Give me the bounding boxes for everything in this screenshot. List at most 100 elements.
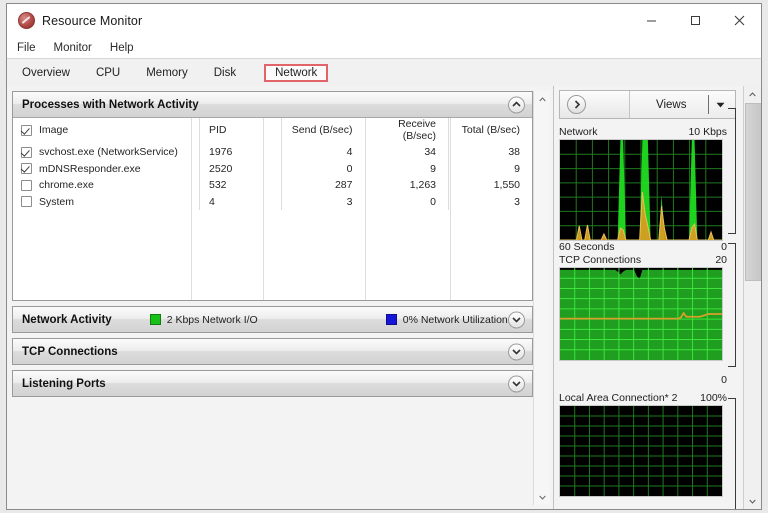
- chart-tcp-header: TCP Connections 20: [559, 254, 740, 266]
- close-button[interactable]: [717, 4, 761, 37]
- chevron-down-icon[interactable]: [508, 343, 525, 360]
- views-toolbar: Views: [559, 90, 736, 119]
- chart-tcp-footer: 0: [559, 374, 740, 386]
- cell-receive: 9: [364, 160, 449, 177]
- panel-network-activity: Network Activity 2 Kbps Network I/O 0% N…: [12, 306, 533, 333]
- scroll-down-arrow[interactable]: [744, 493, 761, 509]
- title-bar: Resource Monitor: [7, 4, 761, 37]
- column-header-image[interactable]: Image: [13, 118, 200, 144]
- cell-total: 9: [448, 160, 532, 177]
- left-scroll-track[interactable]: [534, 107, 550, 489]
- chart-tcp-ymax: 20: [715, 254, 727, 266]
- legend-swatch-utilization: [385, 314, 397, 325]
- table-row[interactable]: mDNSResponder.exe 2520 0 9 9: [13, 160, 532, 177]
- chart-network-ymin: 0: [721, 241, 727, 253]
- menu-bar: File Monitor Help: [7, 37, 761, 58]
- right-scroll-thumb[interactable]: [745, 103, 761, 281]
- legend-label-utilization: 0% Network Utilization: [402, 313, 508, 326]
- chart-network: Network 10 Kbps 60 Seconds 0: [559, 108, 740, 253]
- chart-network-xlabel: 60 Seconds: [559, 241, 615, 253]
- menu-item-file[interactable]: File: [17, 42, 36, 54]
- scroll-up-arrow[interactable]: [534, 91, 550, 107]
- table-row[interactable]: System 4 3 0 3: [13, 193, 532, 210]
- right-pane-scrollbar[interactable]: [743, 86, 761, 509]
- tab-memory[interactable]: Memory: [142, 64, 192, 82]
- panel-listening-ports: Listening Ports: [12, 370, 533, 397]
- chart-lan-ymax: 100%: [700, 392, 727, 404]
- views-button[interactable]: Views: [629, 91, 735, 118]
- cell-pid: 4: [199, 193, 282, 210]
- column-header-pid[interactable]: PID: [199, 118, 282, 144]
- scroll-up-arrow[interactable]: [744, 86, 761, 102]
- column-header-send[interactable]: Send (B/sec): [281, 118, 365, 144]
- panel-network-activity-title: Network Activity: [22, 313, 112, 326]
- select-all-checkbox[interactable]: [21, 124, 32, 136]
- chevron-down-icon[interactable]: [508, 375, 525, 392]
- chevron-up-icon[interactable]: [508, 96, 525, 113]
- legend-network-utilization: 0% Network Utilization: [385, 313, 508, 326]
- chevron-down-icon[interactable]: [508, 311, 525, 328]
- cell-receive: 34: [364, 144, 449, 161]
- cell-send: 3: [281, 193, 365, 210]
- chart-network-footer: 60 Seconds 0: [559, 241, 740, 253]
- table-row[interactable]: chrome.exe 532 287 1,263 1,550: [13, 177, 532, 194]
- cell-pid: 2520: [199, 160, 282, 177]
- scroll-down-arrow[interactable]: [534, 489, 550, 505]
- menu-item-help[interactable]: Help: [110, 42, 134, 54]
- cell-receive: 1,263: [364, 177, 449, 194]
- panel-listening-ports-header[interactable]: Listening Ports: [13, 371, 532, 396]
- panel-network-activity-header[interactable]: Network Activity 2 Kbps Network I/O 0% N…: [13, 307, 532, 332]
- panel-processes-header[interactable]: Processes with Network Activity: [13, 92, 532, 118]
- legend-label-io: 2 Kbps Network I/O: [166, 313, 258, 326]
- views-button-label: Views: [656, 98, 687, 111]
- chart-tcp-bracket: [728, 243, 736, 367]
- panel-tcp-connections: TCP Connections: [12, 338, 533, 365]
- left-pane-scrollbar[interactable]: [533, 91, 550, 505]
- chart-tcp-connections: TCP Connections 20 0: [559, 243, 740, 386]
- tab-network[interactable]: Network: [264, 63, 329, 82]
- maximize-button[interactable]: [673, 4, 717, 37]
- chart-network-bracket: [728, 108, 736, 234]
- panel-listening-ports-title: Listening Ports: [22, 377, 106, 390]
- cell-total: 1,550: [448, 177, 532, 194]
- legend-network-io: 2 Kbps Network I/O: [149, 313, 258, 326]
- chart-network-ymax: 10 Kbps: [688, 126, 727, 138]
- chart-lan-bracket: [728, 398, 736, 509]
- graph-column: Views Network 10 Kbps 60 Seconds 0 TCP C…: [554, 86, 740, 509]
- table-row[interactable]: svchost.exe (NetworkService) 1976 4 34 3…: [13, 144, 532, 161]
- menu-item-monitor[interactable]: Monitor: [54, 42, 92, 54]
- chart-lan-title: Local Area Connection* 2: [559, 392, 678, 404]
- cell-send: 287: [281, 177, 365, 194]
- row-checkbox[interactable]: [21, 163, 32, 175]
- tab-disk[interactable]: Disk: [210, 64, 240, 82]
- panel-processes-with-network-activity: Processes with Network Activity Image PI…: [12, 91, 533, 301]
- chart-lan-header: Local Area Connection* 2 100%: [559, 392, 740, 404]
- content-area: Processes with Network Activity Image PI…: [7, 86, 761, 509]
- cell-image: chrome.exe: [39, 179, 94, 192]
- cell-image: mDNSResponder.exe: [39, 162, 141, 175]
- cell-send: 4: [281, 144, 365, 161]
- chevron-right-icon[interactable]: [567, 95, 586, 114]
- table-header-row: Image PID Send (B/sec) Receive (B/sec) T…: [13, 118, 532, 144]
- resource-monitor-icon: [18, 12, 35, 29]
- row-checkbox[interactable]: [21, 179, 32, 191]
- processes-table: Image PID Send (B/sec) Receive (B/sec) T…: [13, 118, 532, 210]
- chart-network-title: Network: [559, 126, 598, 138]
- tab-cpu[interactable]: CPU: [92, 64, 124, 82]
- legend-swatch-io: [149, 314, 161, 325]
- panel-processes-title: Processes with Network Activity: [22, 98, 199, 111]
- left-pane: Processes with Network Activity Image PI…: [7, 86, 553, 509]
- tab-overview[interactable]: Overview: [18, 64, 74, 82]
- window-controls: [629, 4, 761, 37]
- chart-tcp-ymin: 0: [721, 374, 727, 386]
- chart-tcp-title: TCP Connections: [559, 254, 642, 266]
- row-checkbox[interactable]: [21, 196, 32, 208]
- processes-table-body: svchost.exe (NetworkService) 1976 4 34 3…: [13, 144, 532, 210]
- minimize-button[interactable]: [629, 4, 673, 37]
- panel-tcp-connections-header[interactable]: TCP Connections: [13, 339, 532, 364]
- column-header-receive[interactable]: Receive (B/sec): [364, 118, 449, 144]
- row-checkbox[interactable]: [21, 146, 32, 158]
- chart-network-header: Network 10 Kbps: [559, 126, 740, 138]
- chart-lan-plot: [559, 405, 723, 497]
- column-header-total[interactable]: Total (B/sec): [448, 118, 532, 144]
